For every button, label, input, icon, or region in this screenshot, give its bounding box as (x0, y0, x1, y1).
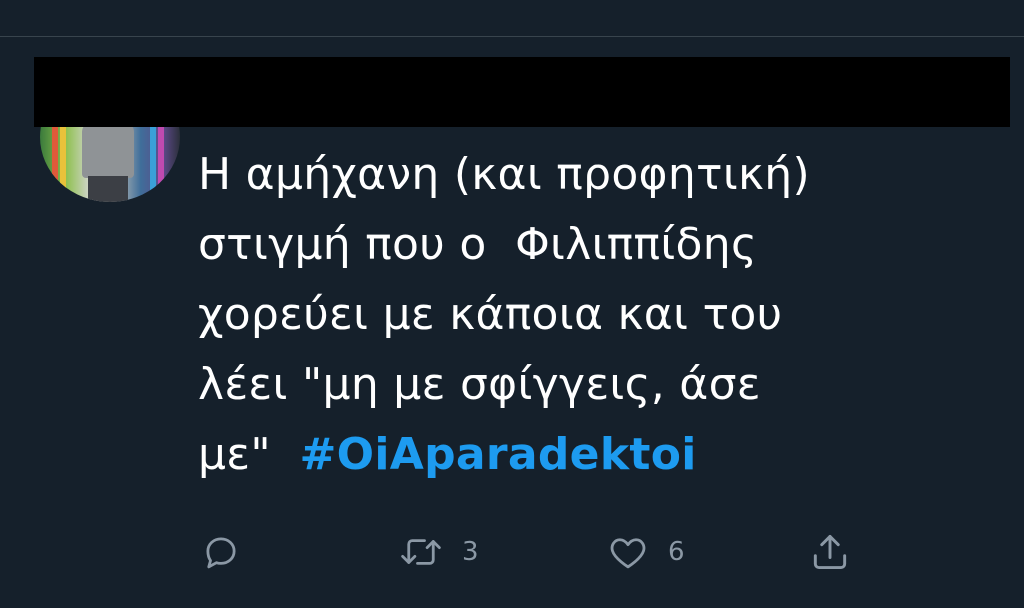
heart-icon (606, 531, 650, 573)
tweet-text: Η αμήχανη (και προφητική) στιγμή που ο Φι… (198, 140, 978, 490)
tweet-text-line-last: με" #OiAparadektoi (198, 420, 978, 490)
avatar-figure-legs (88, 176, 128, 202)
hashtag-link[interactable]: #OiAparadektoi (300, 429, 697, 480)
retweet-count: 3 (462, 537, 479, 567)
share-button[interactable] (808, 528, 852, 576)
redaction-bar (34, 57, 1010, 127)
tweet-text-line: στιγμή που ο Φιλιππίδης (198, 219, 758, 270)
reply-button[interactable] (200, 528, 242, 576)
tweet-text-line: χορεύει με κάποια και του (198, 289, 783, 340)
like-button[interactable]: 6 (606, 528, 685, 576)
retweet-icon (398, 531, 444, 573)
avatar-figure (82, 122, 134, 178)
top-divider (0, 36, 1024, 37)
share-icon (808, 530, 852, 574)
tweet-text-line: λέει "μη με σφίγγεις, άσε (198, 359, 761, 410)
tweet-text-line: Η αμήχανη (και προφητική) (198, 149, 810, 200)
retweet-button[interactable]: 3 (398, 528, 479, 576)
like-count: 6 (668, 537, 685, 567)
tweet-text-tail: με" (198, 429, 300, 480)
reply-icon (200, 531, 242, 573)
tweet-actions: 3 6 (0, 528, 1024, 576)
